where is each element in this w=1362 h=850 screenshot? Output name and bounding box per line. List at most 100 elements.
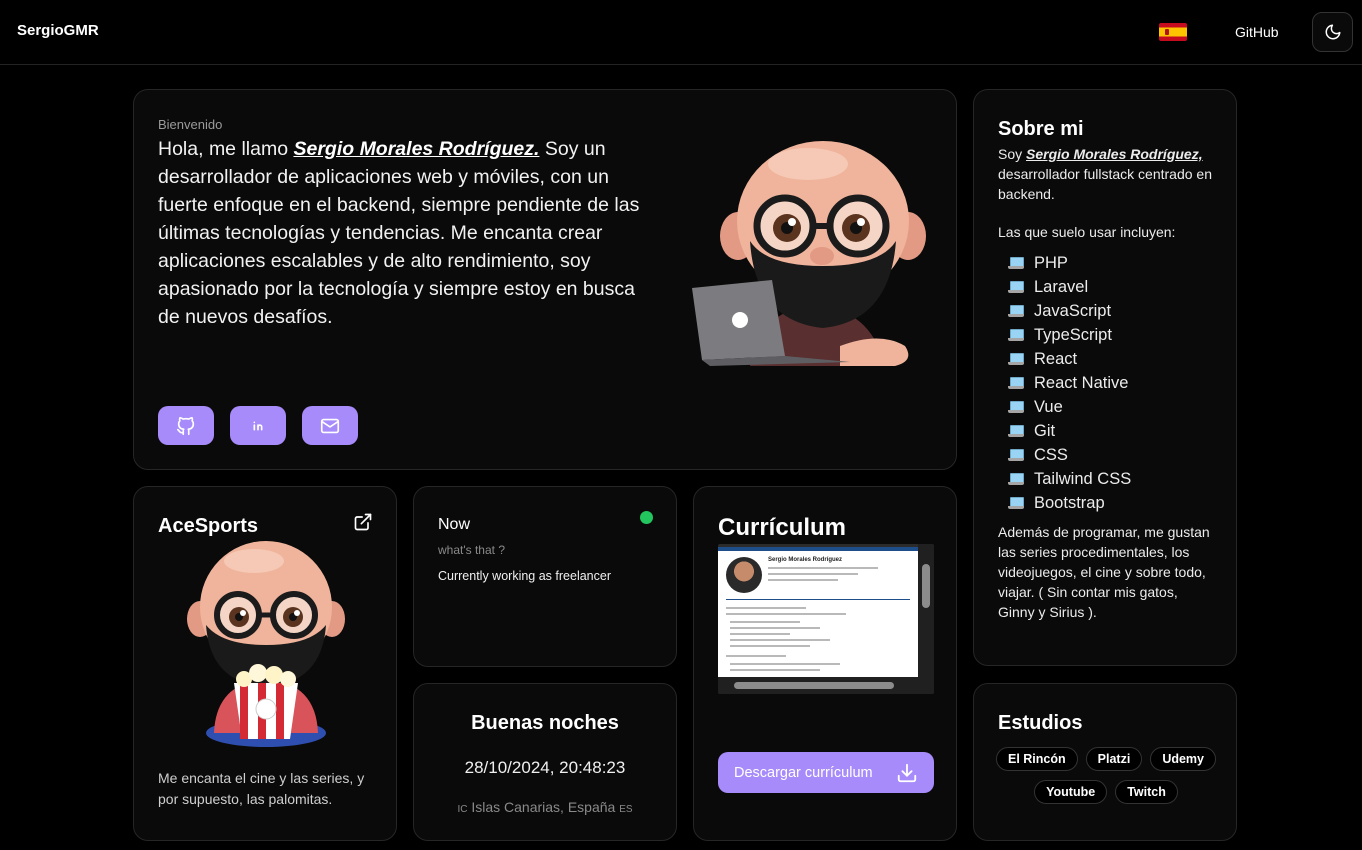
- social-links: [158, 406, 358, 445]
- greeting-datetime: 28/10/2024, 20:48:23: [464, 758, 626, 777]
- moon-icon: [1325, 24, 1340, 40]
- tech-label: Tailwind CSS: [1034, 469, 1132, 488]
- location-region-code: IC: [457, 804, 468, 815]
- download-icon: [897, 763, 917, 783]
- now-subtitle[interactable]: what's that ?: [438, 543, 505, 557]
- laptop-icon: [1008, 449, 1024, 461]
- now-status: Currently working as freelancer: [438, 569, 611, 583]
- laptop-icon: [1008, 401, 1024, 413]
- horizontal-scrollbar[interactable]: [718, 677, 934, 694]
- about-intro: Soy Sergio Morales Rodríguez, desarrolla…: [998, 144, 1220, 204]
- avatar-popcorn-illustration: [187, 541, 345, 747]
- about-intro-before: Soy: [998, 146, 1027, 162]
- top-nav: SergioGMR GitHub: [0, 0, 1362, 65]
- email-button[interactable]: [302, 406, 358, 445]
- mail-icon: [320, 418, 340, 433]
- cv-text-line: [730, 669, 820, 671]
- linkedin-icon: [253, 421, 263, 430]
- list-item: React Native: [1008, 371, 1131, 395]
- cv-preview-name: Sergio Morales Rodríguez: [768, 557, 843, 563]
- cv-text-line: [730, 639, 830, 641]
- tech-label: Vue: [1034, 397, 1063, 416]
- laptop-icon: [1008, 497, 1024, 509]
- study-chip[interactable]: Platzi: [1085, 747, 1143, 771]
- laptop-icon: [1008, 329, 1024, 341]
- tech-label: React: [1034, 349, 1078, 368]
- greeting-location: IC Islas Canarias, España ES: [414, 799, 676, 815]
- study-chip[interactable]: Twitch: [1115, 780, 1178, 804]
- list-item: JavaScript: [1008, 299, 1131, 323]
- studies-title: Estudios: [998, 712, 1083, 734]
- greeting-card: Buenas noches 28/10/2024, 20:48:23 IC Is…: [413, 683, 677, 841]
- scroll-thumb[interactable]: [922, 564, 930, 608]
- download-cv-label: Descargar currículum: [734, 764, 873, 781]
- download-cv-button[interactable]: Descargar currículum: [718, 752, 934, 793]
- laptop-icon: [1008, 353, 1024, 365]
- brand-logo[interactable]: SergioGMR: [17, 22, 99, 39]
- about-name: Sergio Morales Rodríguez,: [1026, 146, 1203, 162]
- cv-text-line: [768, 573, 858, 575]
- tech-label: Git: [1034, 421, 1056, 440]
- list-item: PHP: [1008, 251, 1131, 275]
- scroll-thumb[interactable]: [734, 682, 894, 689]
- list-item: TypeScript: [1008, 323, 1131, 347]
- list-item: Vue: [1008, 395, 1131, 419]
- hero-intro-text: Hola, me llamo Sergio Morales Rodríguez.…: [158, 135, 658, 331]
- linkedin-button[interactable]: [230, 406, 286, 445]
- pdf-viewer[interactable]: Sergio Morales Rodríguez: [718, 544, 934, 694]
- curriculum-title: Currículum: [718, 514, 847, 541]
- laptop-icon: [1008, 305, 1024, 317]
- studies-chips: El Rincón Platzi Udemy Youtube Twitch: [988, 747, 1224, 804]
- tech-label: PHP: [1034, 253, 1068, 272]
- now-card: Now what's that ? Currently working as f…: [413, 486, 677, 667]
- laptop-icon: [1008, 281, 1024, 293]
- status-indicator: [640, 511, 653, 524]
- vertical-scrollbar[interactable]: [918, 544, 934, 677]
- tech-label: CSS: [1034, 445, 1068, 464]
- cv-text-line: [726, 613, 846, 615]
- laptop-icon: [1008, 425, 1024, 437]
- location-label: Islas Canarias, España: [471, 799, 616, 815]
- about-hobbies: Además de programar, me gustan las serie…: [998, 524, 1210, 620]
- location-country-code: ES: [619, 804, 633, 815]
- cv-text-line: [730, 633, 790, 635]
- hero-text-after: Soy un desarrollador de aplicaciones web…: [158, 138, 640, 328]
- tech-label: JavaScript: [1034, 301, 1112, 320]
- study-chip[interactable]: Udemy: [1150, 747, 1216, 771]
- github-button[interactable]: [158, 406, 214, 445]
- about-card: Sobre mi Soy Sergio Morales Rodríguez, d…: [973, 89, 1237, 666]
- cv-text-line: [730, 645, 810, 647]
- cv-text-line: [726, 607, 806, 609]
- laptop-icon: [1008, 473, 1024, 485]
- cv-text-line: [730, 627, 820, 629]
- es-flag-icon[interactable]: [1159, 23, 1187, 41]
- cv-text-line: [730, 621, 800, 623]
- tech-label: Bootstrap: [1034, 493, 1105, 512]
- pdf-page: Sergio Morales Rodríguez: [718, 547, 918, 677]
- list-item: CSS: [1008, 443, 1131, 467]
- cv-text-line: [768, 567, 878, 569]
- about-intro-after: desarrollador fullstack centrado en back…: [998, 166, 1213, 202]
- github-icon: [176, 416, 195, 435]
- github-nav-link[interactable]: GitHub: [1235, 24, 1279, 40]
- studies-card: Estudios El Rincón Platzi Udemy Youtube …: [973, 683, 1237, 841]
- greeting-title: Buenas noches: [471, 712, 619, 734]
- study-chip[interactable]: El Rincón: [996, 747, 1078, 771]
- theme-toggle-button[interactable]: [1312, 12, 1353, 52]
- external-link-icon[interactable]: [353, 512, 373, 532]
- cv-text-line: [768, 579, 838, 581]
- tech-list: PHP Laravel JavaScript TypeScript React …: [1008, 251, 1131, 515]
- list-item: Bootstrap: [1008, 491, 1131, 515]
- hero-welcome-label: Bienvenido: [158, 117, 223, 132]
- study-chip[interactable]: Youtube: [1034, 780, 1108, 804]
- laptop-icon: [1008, 257, 1024, 269]
- hero-card: Bienvenido Hola, me llamo Sergio Morales…: [133, 89, 957, 470]
- list-item: Laravel: [1008, 275, 1131, 299]
- curriculum-card: Currículum Sergio Morales Rodríguez Desc…: [693, 486, 957, 841]
- acesports-card[interactable]: AceSports Me encanta el cine y las serie…: [133, 486, 397, 841]
- avatar-laptop-illustration: [692, 141, 926, 366]
- now-title: Now: [438, 516, 471, 533]
- about-title: Sobre mi: [998, 118, 1084, 140]
- cv-photo: [726, 557, 762, 593]
- laptop-icon: [1008, 377, 1024, 389]
